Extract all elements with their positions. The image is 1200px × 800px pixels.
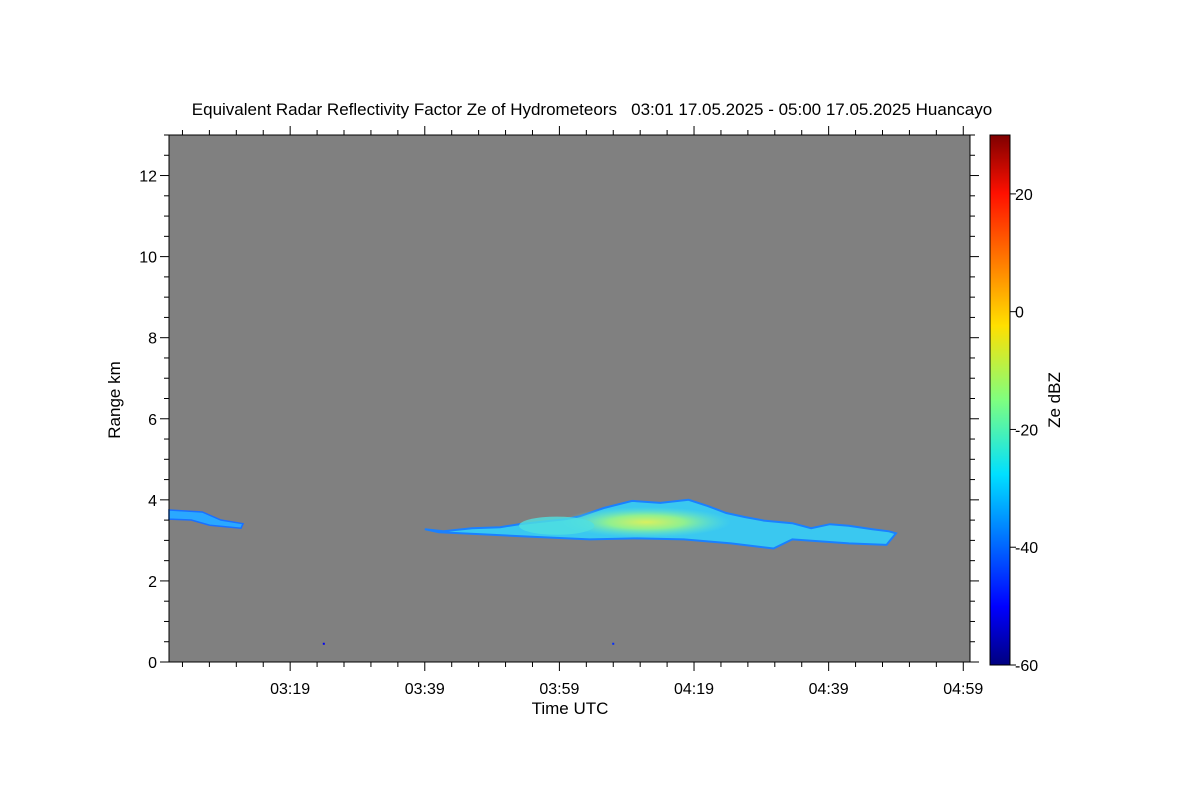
x-tick-label: 04:19 bbox=[674, 681, 714, 698]
colorbar bbox=[989, 134, 1011, 666]
echo-core bbox=[519, 516, 595, 535]
echo-point bbox=[612, 642, 615, 645]
colorbar-tick-label: -20 bbox=[1015, 422, 1038, 439]
x-tick-label: 03:59 bbox=[539, 681, 579, 698]
y-axis-title: Range km bbox=[105, 361, 124, 438]
x-axis-title: Time UTC bbox=[532, 699, 609, 718]
plot-area bbox=[169, 135, 970, 662]
colorbar-ticks: -60 -40 -20 0 20 bbox=[1010, 187, 1038, 675]
colorbar-title: Ze dBZ bbox=[1045, 372, 1064, 428]
colorbar-tick-label: -40 bbox=[1015, 540, 1038, 557]
x-tick-label: 04:59 bbox=[943, 681, 983, 698]
chart-title: Equivalent Radar Reflectivity Factor Ze … bbox=[192, 100, 992, 119]
y-tick-label: 8 bbox=[148, 331, 157, 348]
y-tick-label: 6 bbox=[148, 412, 157, 429]
colorbar-tick-label: 20 bbox=[1015, 187, 1033, 204]
colorbar-tick-label: 0 bbox=[1015, 305, 1024, 322]
x-tick-label: 03:39 bbox=[405, 681, 445, 698]
colorbar-tick-label: -60 bbox=[1015, 658, 1038, 675]
y-tick-label: 10 bbox=[139, 250, 157, 267]
y-tick-label: 0 bbox=[148, 655, 157, 672]
x-tick-label: 04:39 bbox=[809, 681, 849, 698]
echo-point bbox=[322, 642, 325, 645]
y-tick-label: 4 bbox=[148, 493, 157, 510]
radar-chart: Equivalent Radar Reflectivity Factor Ze … bbox=[105, 100, 1064, 718]
x-tick-label: 03:19 bbox=[270, 681, 310, 698]
y-tick-label: 2 bbox=[148, 574, 157, 591]
y-tick-label: 12 bbox=[139, 169, 157, 186]
